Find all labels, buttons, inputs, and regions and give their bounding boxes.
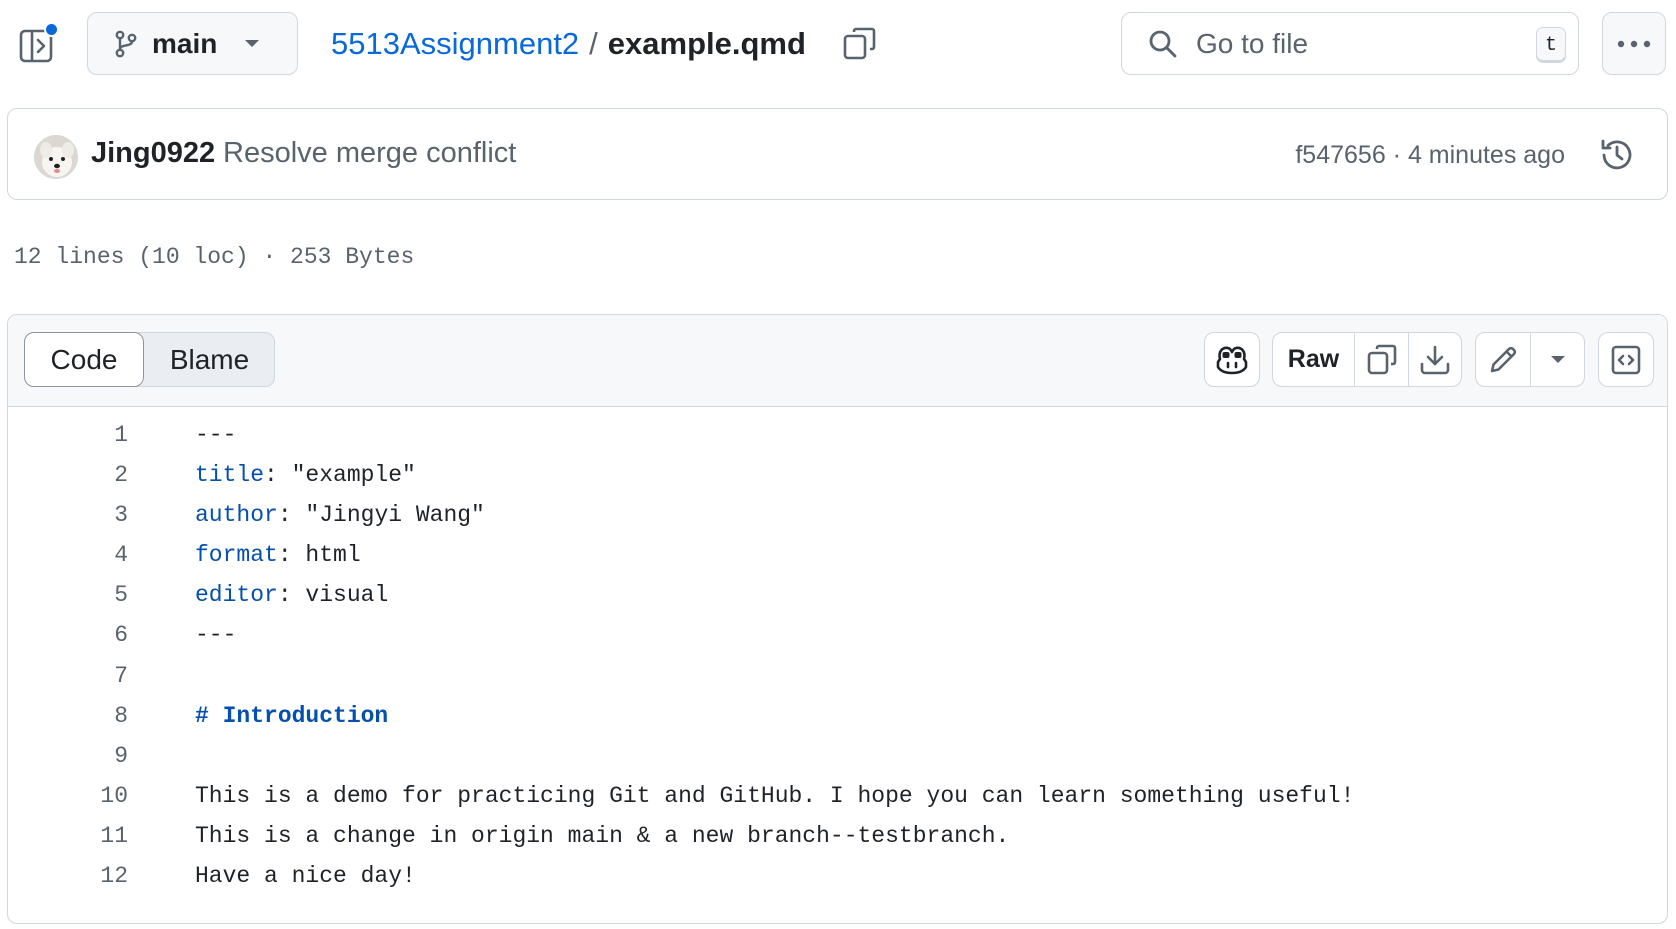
edit-group (1475, 332, 1585, 387)
git-branch-icon (115, 30, 137, 57)
copy-path-icon[interactable] (842, 26, 878, 62)
code-listing: 1 --- 2 title: "example" 3 author: "Jingyi … (8, 415, 1667, 896)
copy-raw-button[interactable] (1354, 333, 1408, 386)
line-content: --- (195, 422, 237, 448)
go-to-file-search[interactable]: Go to file t (1121, 12, 1579, 75)
sidebar-toggle-icon[interactable] (18, 22, 60, 63)
breadcrumb-file-name: example.qmd (607, 26, 806, 61)
line-number[interactable]: 2 (68, 455, 128, 495)
line-content: --- (195, 622, 237, 649)
commit-message-link[interactable]: Resolve merge conflict (223, 137, 516, 170)
download-raw-button[interactable] (1408, 333, 1461, 386)
line-number[interactable]: 12 (68, 856, 128, 896)
line-number[interactable]: 1 (68, 415, 128, 455)
edit-file-button[interactable] (1476, 333, 1530, 386)
line-number[interactable]: 8 (68, 696, 128, 736)
tab-blame[interactable]: Blame (144, 333, 275, 386)
code-square-icon (1611, 345, 1641, 374)
branch-name: main (152, 27, 218, 59)
breadcrumb: 5513Assignment2 / example.qmd (331, 22, 806, 66)
file-stats: 12 lines (10 loc) · 253 Bytes (14, 244, 415, 270)
kebab-horizontal-icon (1617, 40, 1651, 47)
breadcrumb-separator: / (589, 26, 598, 61)
code-line: 1 --- (8, 415, 1667, 455)
file-viewer: Code Blame Raw 1 --- 2 title: "example" … (7, 314, 1668, 924)
code-line: 5 editor: visual (8, 575, 1667, 615)
commit-author-link[interactable]: Jing0922 (91, 137, 215, 170)
chevron-down-icon (245, 39, 260, 47)
line-number[interactable]: 4 (68, 535, 128, 575)
breadcrumb-repo-link[interactable]: 5513Assignment2 (331, 26, 579, 62)
tab-code[interactable]: Code (24, 332, 144, 387)
raw-button[interactable]: Raw (1273, 333, 1354, 386)
avatar[interactable] (34, 135, 78, 179)
code-line: 9 (8, 736, 1667, 776)
history-icon[interactable] (1599, 137, 1635, 173)
line-content: This is a demo for practicing Git and Gi… (195, 782, 1355, 809)
line-content: # Introduction (195, 702, 389, 729)
pencil-icon (1490, 346, 1517, 372)
code-line: 10 This is a demo for practicing Git and … (8, 776, 1667, 816)
raw-button-label: Raw (1287, 345, 1340, 373)
more-options-button[interactable] (1602, 12, 1666, 75)
line-number[interactable]: 6 (68, 615, 128, 655)
line-number[interactable]: 10 (68, 776, 128, 816)
line-content: author: "Jingyi Wang" (195, 502, 485, 529)
code-line: 2 title: "example" (8, 455, 1667, 495)
line-content: title: "example" (195, 462, 416, 489)
latest-commit-box: Jing0922 Resolve merge conflict f547656 … (7, 108, 1668, 200)
code-line: 6 --- (8, 615, 1667, 655)
symbols-panel-button[interactable] (1598, 332, 1654, 387)
view-mode-toggle: Code Blame (24, 332, 275, 387)
raw-copy-download-group: Raw (1272, 332, 1462, 387)
code-line: 3 author: "Jingyi Wang" (8, 495, 1667, 535)
line-number[interactable]: 5 (68, 575, 128, 615)
search-icon (1149, 30, 1177, 57)
line-number[interactable]: 7 (68, 656, 128, 696)
code-line: 7 (8, 656, 1667, 696)
line-number[interactable]: 11 (68, 816, 128, 856)
search-placeholder: Go to file (1196, 27, 1309, 59)
line-content: Have a nice day! (195, 863, 416, 890)
code-line: 8 # Introduction (8, 696, 1667, 736)
keyboard-shortcut-hint: t (1536, 27, 1566, 63)
code-line: 4 format: html (8, 535, 1667, 575)
line-content: format: html (195, 542, 361, 569)
code-line: 12 Have a nice day! (8, 856, 1667, 896)
copy-icon (1367, 344, 1396, 374)
line-number[interactable]: 3 (68, 495, 128, 535)
line-number[interactable]: 9 (68, 736, 128, 776)
copilot-button[interactable] (1204, 332, 1260, 387)
notification-dot (44, 22, 59, 37)
copilot-icon (1216, 346, 1248, 374)
commit-hash-and-time[interactable]: f547656 · 4 minutes ago (1295, 141, 1565, 170)
file-viewer-toolbar: Code Blame Raw (8, 315, 1667, 407)
chevron-down-icon (1550, 355, 1565, 363)
branch-selector-button[interactable]: main (87, 12, 298, 75)
file-header-bar: main 5513Assignment2 / example.qmd Go to… (0, 0, 1676, 92)
download-icon (1420, 345, 1450, 374)
line-content: This is a change in origin main & a new … (195, 822, 1010, 849)
line-content: editor: visual (195, 582, 389, 609)
edit-dropdown-button[interactable] (1530, 333, 1584, 386)
code-line: 11 This is a change in origin main & a ne… (8, 816, 1667, 856)
